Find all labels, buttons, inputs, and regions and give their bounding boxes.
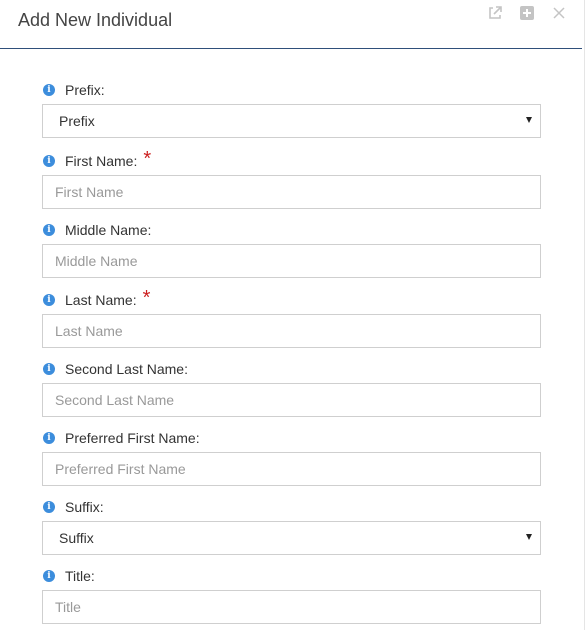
middle-name-field: i Middle Name: <box>42 220 541 278</box>
title-label: Title: <box>65 568 95 584</box>
first-name-label: First Name: <box>65 153 138 169</box>
second-last-name-label: Second Last Name: <box>65 361 188 377</box>
middle-name-input[interactable] <box>42 244 541 278</box>
preferred-first-name-input[interactable] <box>42 452 541 486</box>
suffix-select[interactable]: Suffix <box>42 521 541 555</box>
dialog-title: Add New Individual <box>18 10 173 30</box>
prefix-label: Prefix: <box>65 82 105 98</box>
info-icon[interactable]: i <box>43 570 55 582</box>
second-last-name-input[interactable] <box>42 383 541 417</box>
suffix-label: Suffix: <box>65 499 104 515</box>
preferred-first-name-label-row: i Preferred First Name: <box>42 428 541 448</box>
dialog-header: Add New Individual <box>0 0 582 49</box>
info-icon[interactable]: i <box>43 363 55 375</box>
preferred-first-name-label: Preferred First Name: <box>65 430 200 446</box>
prefix-select[interactable]: Prefix <box>42 104 541 138</box>
info-icon[interactable]: i <box>43 224 55 236</box>
middle-name-label: Middle Name: <box>65 222 152 238</box>
last-name-field: i Last Name: * <box>42 287 541 348</box>
preferred-first-name-field: i Preferred First Name: <box>42 428 541 486</box>
info-icon[interactable]: i <box>43 501 55 513</box>
external-link-icon[interactable] <box>486 4 504 22</box>
first-name-field: i First Name: * <box>42 148 541 209</box>
required-asterisk: * <box>143 148 152 170</box>
close-icon[interactable] <box>550 4 568 22</box>
prefix-field: i Prefix: Prefix <box>42 80 541 138</box>
middle-name-label-row: i Middle Name: <box>42 220 541 240</box>
last-name-input[interactable] <box>42 314 541 348</box>
prefix-select-value: Prefix <box>59 113 95 129</box>
first-name-label-row: i First Name: * <box>42 148 541 171</box>
title-field: i Title: <box>42 566 541 624</box>
caret-down-icon <box>526 534 532 540</box>
second-last-name-label-row: i Second Last Name: <box>42 359 541 379</box>
prefix-label-row: i Prefix: <box>42 80 541 100</box>
plus-square-icon[interactable] <box>518 4 536 22</box>
info-icon[interactable]: i <box>43 155 55 167</box>
last-name-label-row: i Last Name: * <box>42 287 541 310</box>
required-asterisk: * <box>142 287 151 309</box>
info-icon[interactable]: i <box>43 432 55 444</box>
last-name-label: Last Name: <box>65 292 137 308</box>
info-icon[interactable]: i <box>43 294 55 306</box>
first-name-input[interactable] <box>42 175 541 209</box>
suffix-label-row: i Suffix: <box>42 497 541 517</box>
header-actions <box>486 4 568 22</box>
title-input[interactable] <box>42 590 541 624</box>
info-icon[interactable]: i <box>43 84 55 96</box>
title-label-row: i Title: <box>42 566 541 586</box>
caret-down-icon <box>526 117 532 123</box>
suffix-field: i Suffix: Suffix <box>42 497 541 555</box>
second-last-name-field: i Second Last Name: <box>42 359 541 417</box>
add-individual-dialog: Add New Individual i Prefix: Prefix i Fi… <box>0 0 585 630</box>
suffix-select-value: Suffix <box>59 530 94 546</box>
